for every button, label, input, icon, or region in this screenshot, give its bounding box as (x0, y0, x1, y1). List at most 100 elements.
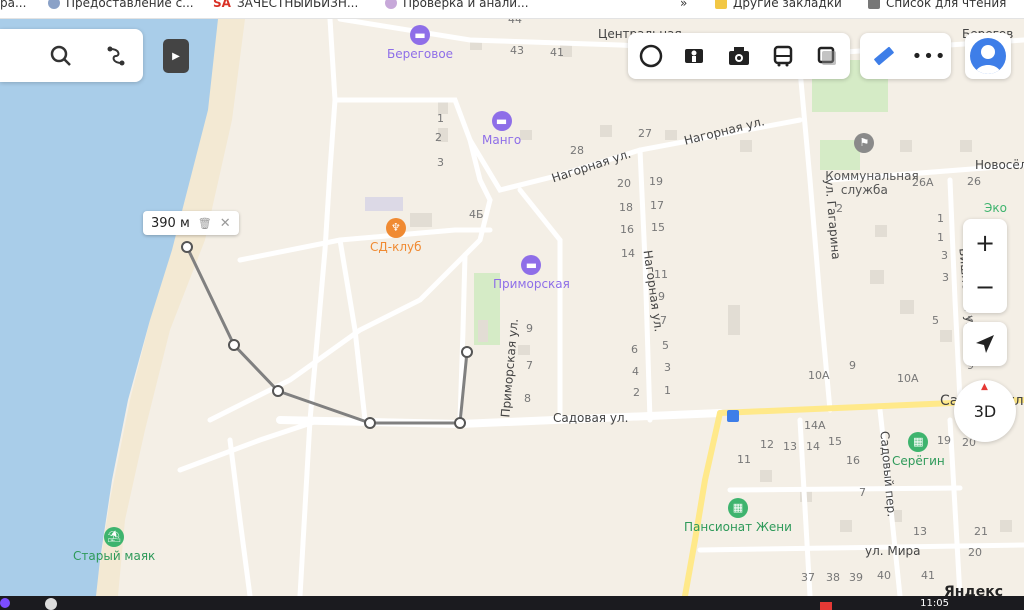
house-number: 41 (921, 569, 935, 582)
more-button[interactable]: ••• (911, 41, 947, 71)
app-icon[interactable] (0, 598, 10, 608)
compass-button[interactable]: ▲ 3D (954, 380, 1016, 442)
brand-logo: Яндекс (944, 584, 1004, 596)
hostel-icon: ▦ (908, 432, 929, 452)
house-number: 4Б (469, 208, 484, 221)
ruler-button[interactable] (869, 41, 899, 71)
layers-icon (639, 44, 663, 68)
house-number: 20 (617, 177, 631, 190)
hotel-icon: ▬ (521, 255, 542, 275)
house-number: 5 (662, 339, 669, 352)
trash-icon[interactable]: 🗑 (198, 217, 212, 230)
poi-label: Береговое (387, 47, 454, 61)
house-number: 7 (660, 314, 667, 327)
search-icon (50, 45, 71, 66)
bookmarks-overflow[interactable]: » (680, 0, 687, 10)
more-icon: ••• (911, 45, 947, 67)
zoom-out-button[interactable]: − (963, 265, 1007, 309)
globe-icon (48, 0, 60, 9)
hotel-icon: ▬ (410, 25, 431, 45)
poi-eco[interactable]: Эко (984, 201, 1024, 215)
poi-label: Старый маяк (73, 549, 156, 563)
poi-beregovoe[interactable]: ▬ Береговое (387, 25, 453, 61)
bookmark-item[interactable]: SA ЗАЧЕСТНЫЙБИЗН... (213, 0, 358, 10)
house-number: 41 (550, 46, 564, 59)
house-number: 3 (437, 156, 444, 169)
layers-toolbar (628, 33, 850, 79)
drink-icon: ♆ (385, 218, 406, 238)
house-number: 7 (859, 486, 866, 499)
hostel-icon: ▦ (727, 498, 748, 518)
bookmark-item[interactable]: Предоставление с... (48, 0, 194, 10)
poi-label: СД-клуб (370, 240, 422, 254)
beach-icon: ⛱ (104, 527, 125, 547)
search-button[interactable] (46, 41, 76, 71)
house-number: 1 (437, 112, 444, 125)
poi-seregin[interactable]: ▦ Серёгин (892, 432, 945, 468)
house-number: 28 (570, 144, 584, 157)
tray-icon[interactable] (820, 602, 832, 610)
bookmarks-bar: ра... Предоставление с... SA ЗАЧЕСТНЫЙБИЗ… (0, 0, 1024, 19)
transport-button[interactable] (768, 41, 798, 71)
compass-north-icon: ▲ (981, 382, 988, 392)
bus-stop-icon[interactable] (727, 410, 739, 422)
house-number: 9 (658, 290, 665, 303)
house-number: 16 (846, 454, 860, 467)
expand-panel-button[interactable]: ▶ (163, 39, 189, 73)
house-number: 40 (877, 569, 891, 582)
zoom-in-button[interactable]: + (963, 221, 1007, 265)
traffic-button[interactable] (812, 41, 842, 71)
reading-list[interactable]: Список для чтения (868, 0, 1006, 10)
house-number: 10А (808, 369, 830, 382)
house-number: 37 (801, 571, 815, 584)
house-number: 9 (526, 322, 533, 335)
user-icon (975, 45, 1001, 74)
route-icon (107, 46, 125, 66)
poi-label: Серёгин (892, 454, 945, 468)
house-number: 14А (804, 419, 826, 432)
house-number: 3 (664, 361, 671, 374)
house-number: 4 (632, 365, 639, 378)
route-button[interactable] (101, 41, 131, 71)
poi-sd-club[interactable]: ♆ СД-клуб (370, 218, 422, 254)
house-number: 16 (620, 223, 634, 236)
house-number: 11 (654, 268, 668, 281)
panorama-icon (685, 49, 703, 63)
house-number: 14 (621, 247, 635, 260)
poi-label: Пансионат Жени (684, 520, 792, 534)
street-label: Садовая ул. (553, 411, 629, 425)
search-panel (0, 29, 143, 82)
house-number: 14 (806, 440, 820, 453)
locate-button[interactable] (963, 322, 1007, 366)
panorama-button[interactable] (679, 41, 709, 71)
house-number: 15 (828, 435, 842, 448)
browser-icon[interactable] (45, 598, 57, 610)
poi-pansionat[interactable]: ▦ Пансионат Жени (684, 498, 792, 534)
house-number: 1 (664, 384, 671, 397)
house-number: 43 (510, 44, 524, 57)
layers-button[interactable] (636, 41, 666, 71)
house-number: 3 (942, 271, 949, 284)
map-canvas[interactable]: Нагорная ул. Нагорная ул. Нагорная ул. П… (0, 19, 1024, 596)
poi-kommunal[interactable]: ⚑ Коммунальная служба (810, 105, 919, 211)
ruler-icon (874, 46, 894, 66)
poi-mango[interactable]: ▬ Манго (482, 111, 521, 147)
poi-label: Коммунальная служба (825, 169, 919, 197)
house-number: 13 (783, 440, 797, 453)
house-number: 5 (932, 314, 939, 327)
house-number: 2 (633, 386, 640, 399)
bookmark-item[interactable]: ра... (0, 0, 26, 10)
photos-button[interactable] (724, 41, 754, 71)
location-arrow-icon (976, 335, 994, 353)
avatar[interactable] (970, 38, 1006, 74)
poi-primorskaya[interactable]: ▬ Приморская (493, 255, 570, 291)
poi-stary-mayak[interactable]: ⛱ Старый маяк (73, 527, 155, 563)
house-number: 13 (913, 525, 927, 538)
bookmark-item[interactable]: Проверка и анали... (385, 0, 529, 10)
house-number: 11 (737, 453, 751, 466)
house-number: 19 (649, 175, 663, 188)
zoom-controls: + − (963, 219, 1007, 313)
distance-tooltip: 390 м 🗑 ✕ (143, 211, 239, 235)
other-bookmarks-folder[interactable]: Другие закладки (715, 0, 842, 10)
close-icon[interactable]: ✕ (220, 216, 231, 231)
